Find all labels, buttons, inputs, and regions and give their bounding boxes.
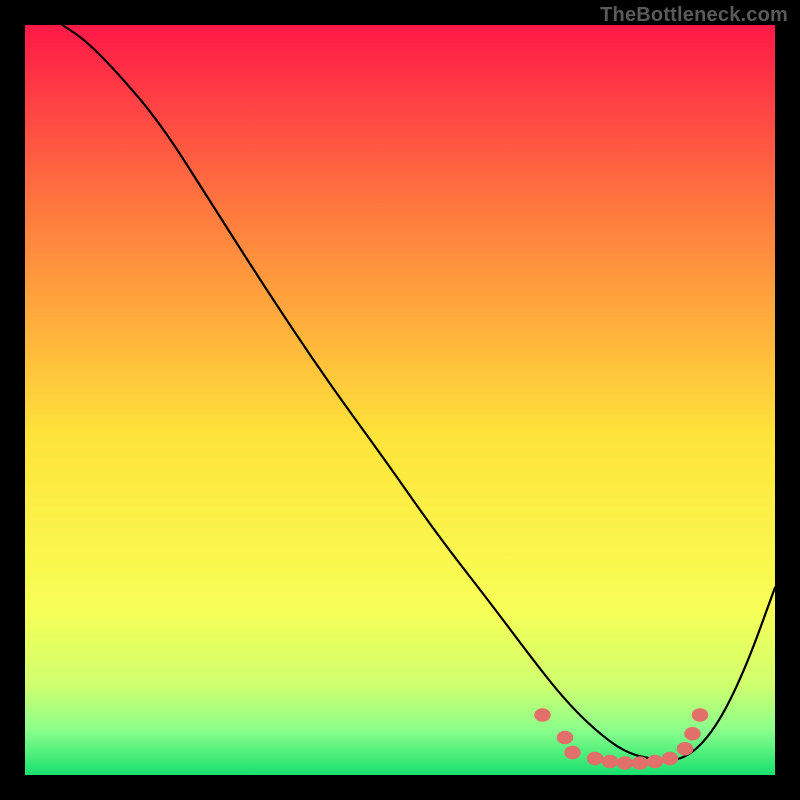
highlight-dot bbox=[564, 746, 581, 760]
highlight-dot bbox=[662, 752, 679, 766]
highlight-dot bbox=[557, 731, 574, 745]
watermark-text: TheBottleneck.com bbox=[600, 4, 788, 27]
highlight-dot bbox=[617, 756, 634, 770]
figure-frame: TheBottleneck.com bbox=[0, 0, 800, 800]
plot-area bbox=[25, 25, 775, 775]
highlight-dot bbox=[602, 755, 619, 769]
highlight-dot bbox=[677, 742, 694, 756]
plot-background bbox=[25, 25, 775, 775]
highlight-dot bbox=[647, 755, 664, 769]
highlight-dot bbox=[632, 756, 649, 770]
chart-svg bbox=[25, 25, 775, 775]
highlight-dot bbox=[587, 752, 604, 766]
highlight-dot bbox=[534, 708, 551, 722]
highlight-dot bbox=[692, 708, 709, 722]
highlight-dot bbox=[684, 727, 701, 741]
